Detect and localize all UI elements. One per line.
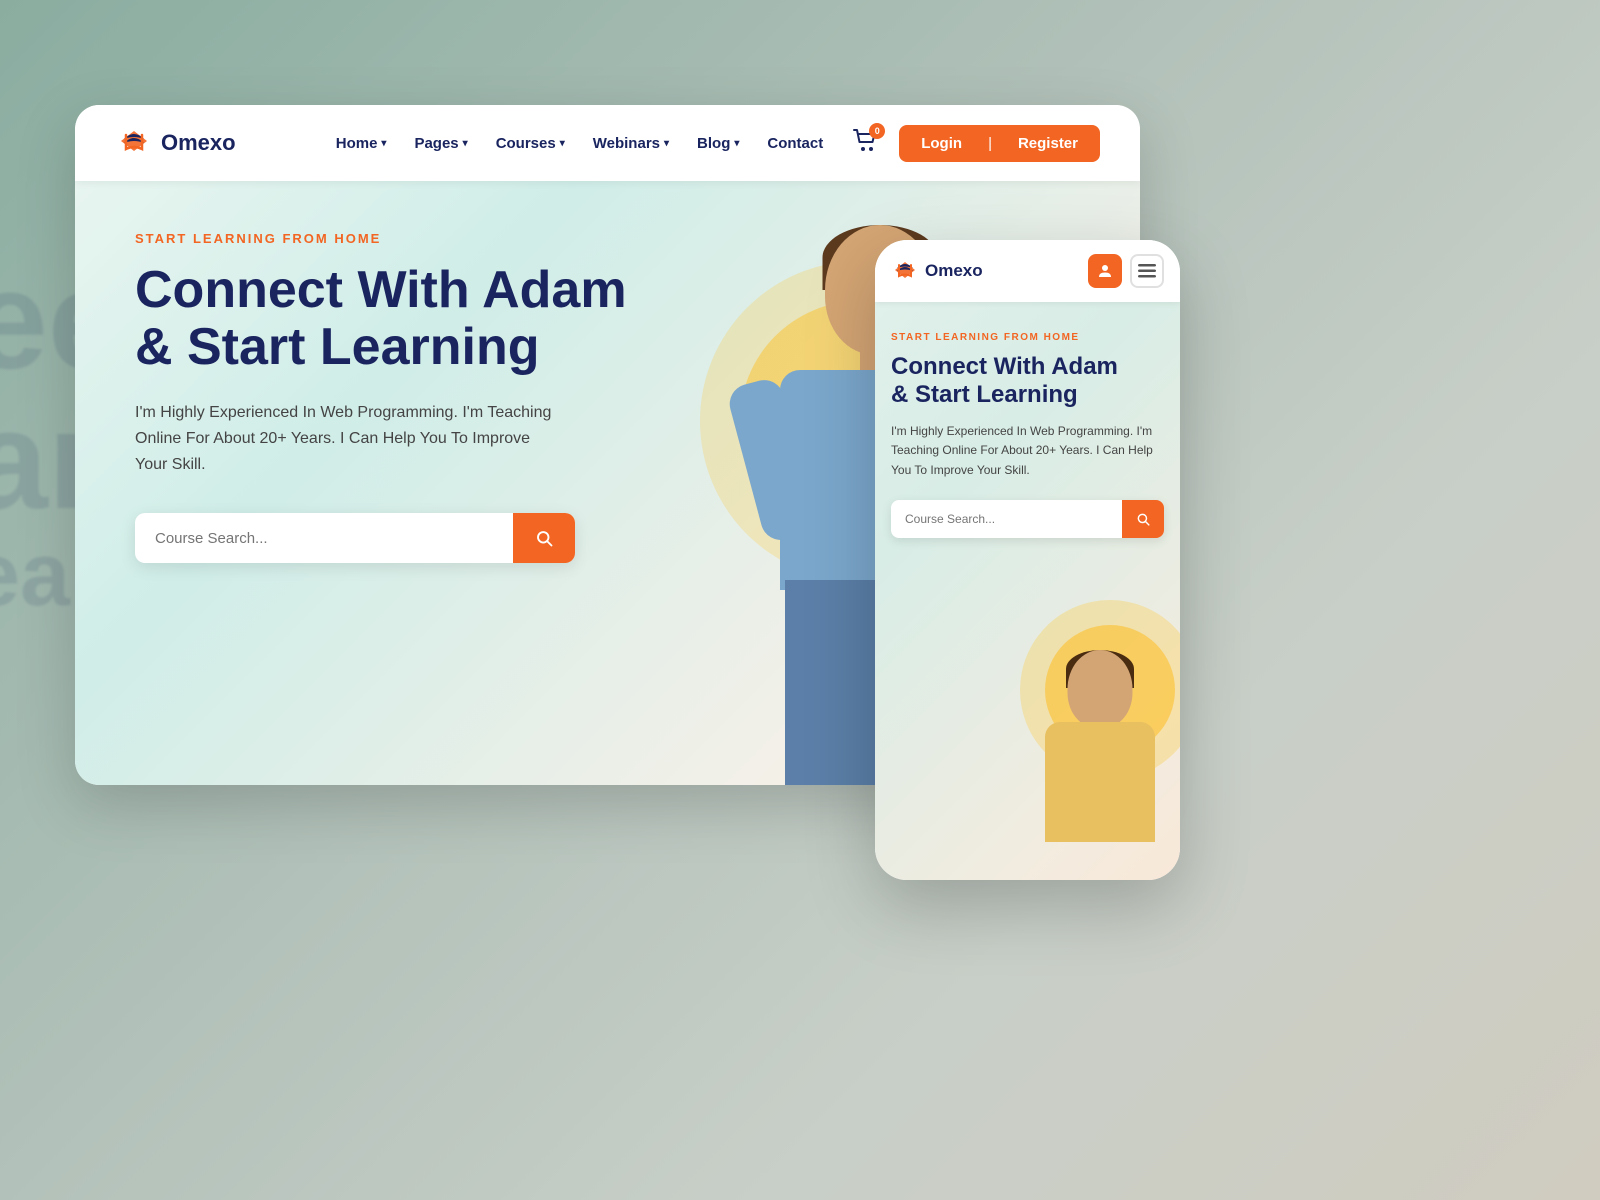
search-icon	[535, 529, 553, 547]
mobile-menu-button[interactable]	[1130, 254, 1164, 288]
desktop-logo[interactable]: Omexo	[115, 127, 236, 159]
auth-divider: |	[984, 125, 996, 162]
mobile-mockup: Omexo	[875, 240, 1180, 880]
mobile-hero-title: Connect With Adam & Start Learning	[891, 353, 1164, 408]
courses-chevron: ▾	[560, 138, 565, 149]
nav-home[interactable]: Home ▾	[336, 135, 387, 152]
desktop-hero-title: Connect With Adam & Start Learning	[135, 262, 655, 376]
nav-courses[interactable]: Courses ▾	[496, 135, 565, 152]
mobile-search-bar	[891, 500, 1164, 538]
home-chevron: ▾	[381, 138, 386, 149]
desktop-hero-desc: I'm Highly Experienced In Web Programmin…	[135, 400, 555, 477]
auth-buttons: Login | Register	[899, 125, 1100, 162]
mobile-nav-icons	[1088, 254, 1164, 288]
mobile-logo-text: Omexo	[925, 261, 983, 281]
nav-blog[interactable]: Blog ▾	[697, 135, 739, 152]
register-button[interactable]: Register	[996, 125, 1100, 162]
cart-badge: 0	[869, 123, 885, 139]
mobile-logo-icon	[891, 259, 919, 283]
mobile-search-icon	[1136, 512, 1150, 526]
nav-pages[interactable]: Pages ▾	[414, 135, 467, 152]
pages-chevron: ▾	[463, 138, 468, 149]
desktop-logo-text: Omexo	[161, 130, 236, 156]
user-icon	[1096, 262, 1114, 280]
blog-chevron: ▾	[734, 138, 739, 149]
desktop-search-button[interactable]	[513, 513, 575, 563]
desktop-hero-content: START LEARNING FROM HOME Connect With Ad…	[135, 231, 655, 563]
mobile-search-input[interactable]	[891, 500, 1122, 538]
desktop-hero-subtitle: START LEARNING FROM HOME	[135, 231, 655, 246]
desktop-search-bar	[135, 513, 575, 563]
mobile-user-button[interactable]	[1088, 254, 1122, 288]
desktop-nav-links: Home ▾ Pages ▾ Courses ▾ Webinars ▾ Blog…	[336, 135, 824, 152]
mobile-hero: START LEARNING FROM HOME Connect With Ad…	[875, 302, 1180, 880]
mobile-person-shirt	[1045, 722, 1155, 842]
login-button[interactable]: Login	[899, 125, 984, 162]
hamburger-icon	[1138, 264, 1156, 278]
mobile-hero-desc: I'm Highly Experienced In Web Programmin…	[891, 422, 1164, 480]
mobile-hero-content: START LEARNING FROM HOME Connect With Ad…	[891, 332, 1164, 538]
mobile-navbar: Omexo	[875, 240, 1180, 302]
nav-contact[interactable]: Contact	[767, 135, 823, 152]
nav-webinars[interactable]: Webinars ▾	[593, 135, 669, 152]
desktop-navbar: Omexo Home ▾ Pages ▾ Courses ▾ Webinars …	[75, 105, 1140, 181]
mobile-hero-subtitle: START LEARNING FROM HOME	[891, 332, 1164, 343]
mobile-person	[1020, 650, 1180, 880]
desktop-search-input[interactable]	[135, 514, 513, 563]
mobile-search-button[interactable]	[1122, 500, 1164, 538]
webinars-chevron: ▾	[664, 138, 669, 149]
mobile-person-head	[1068, 650, 1133, 728]
cart-button[interactable]: 0	[853, 129, 879, 158]
mobile-logo[interactable]: Omexo	[891, 259, 1088, 283]
logo-icon	[115, 127, 153, 159]
